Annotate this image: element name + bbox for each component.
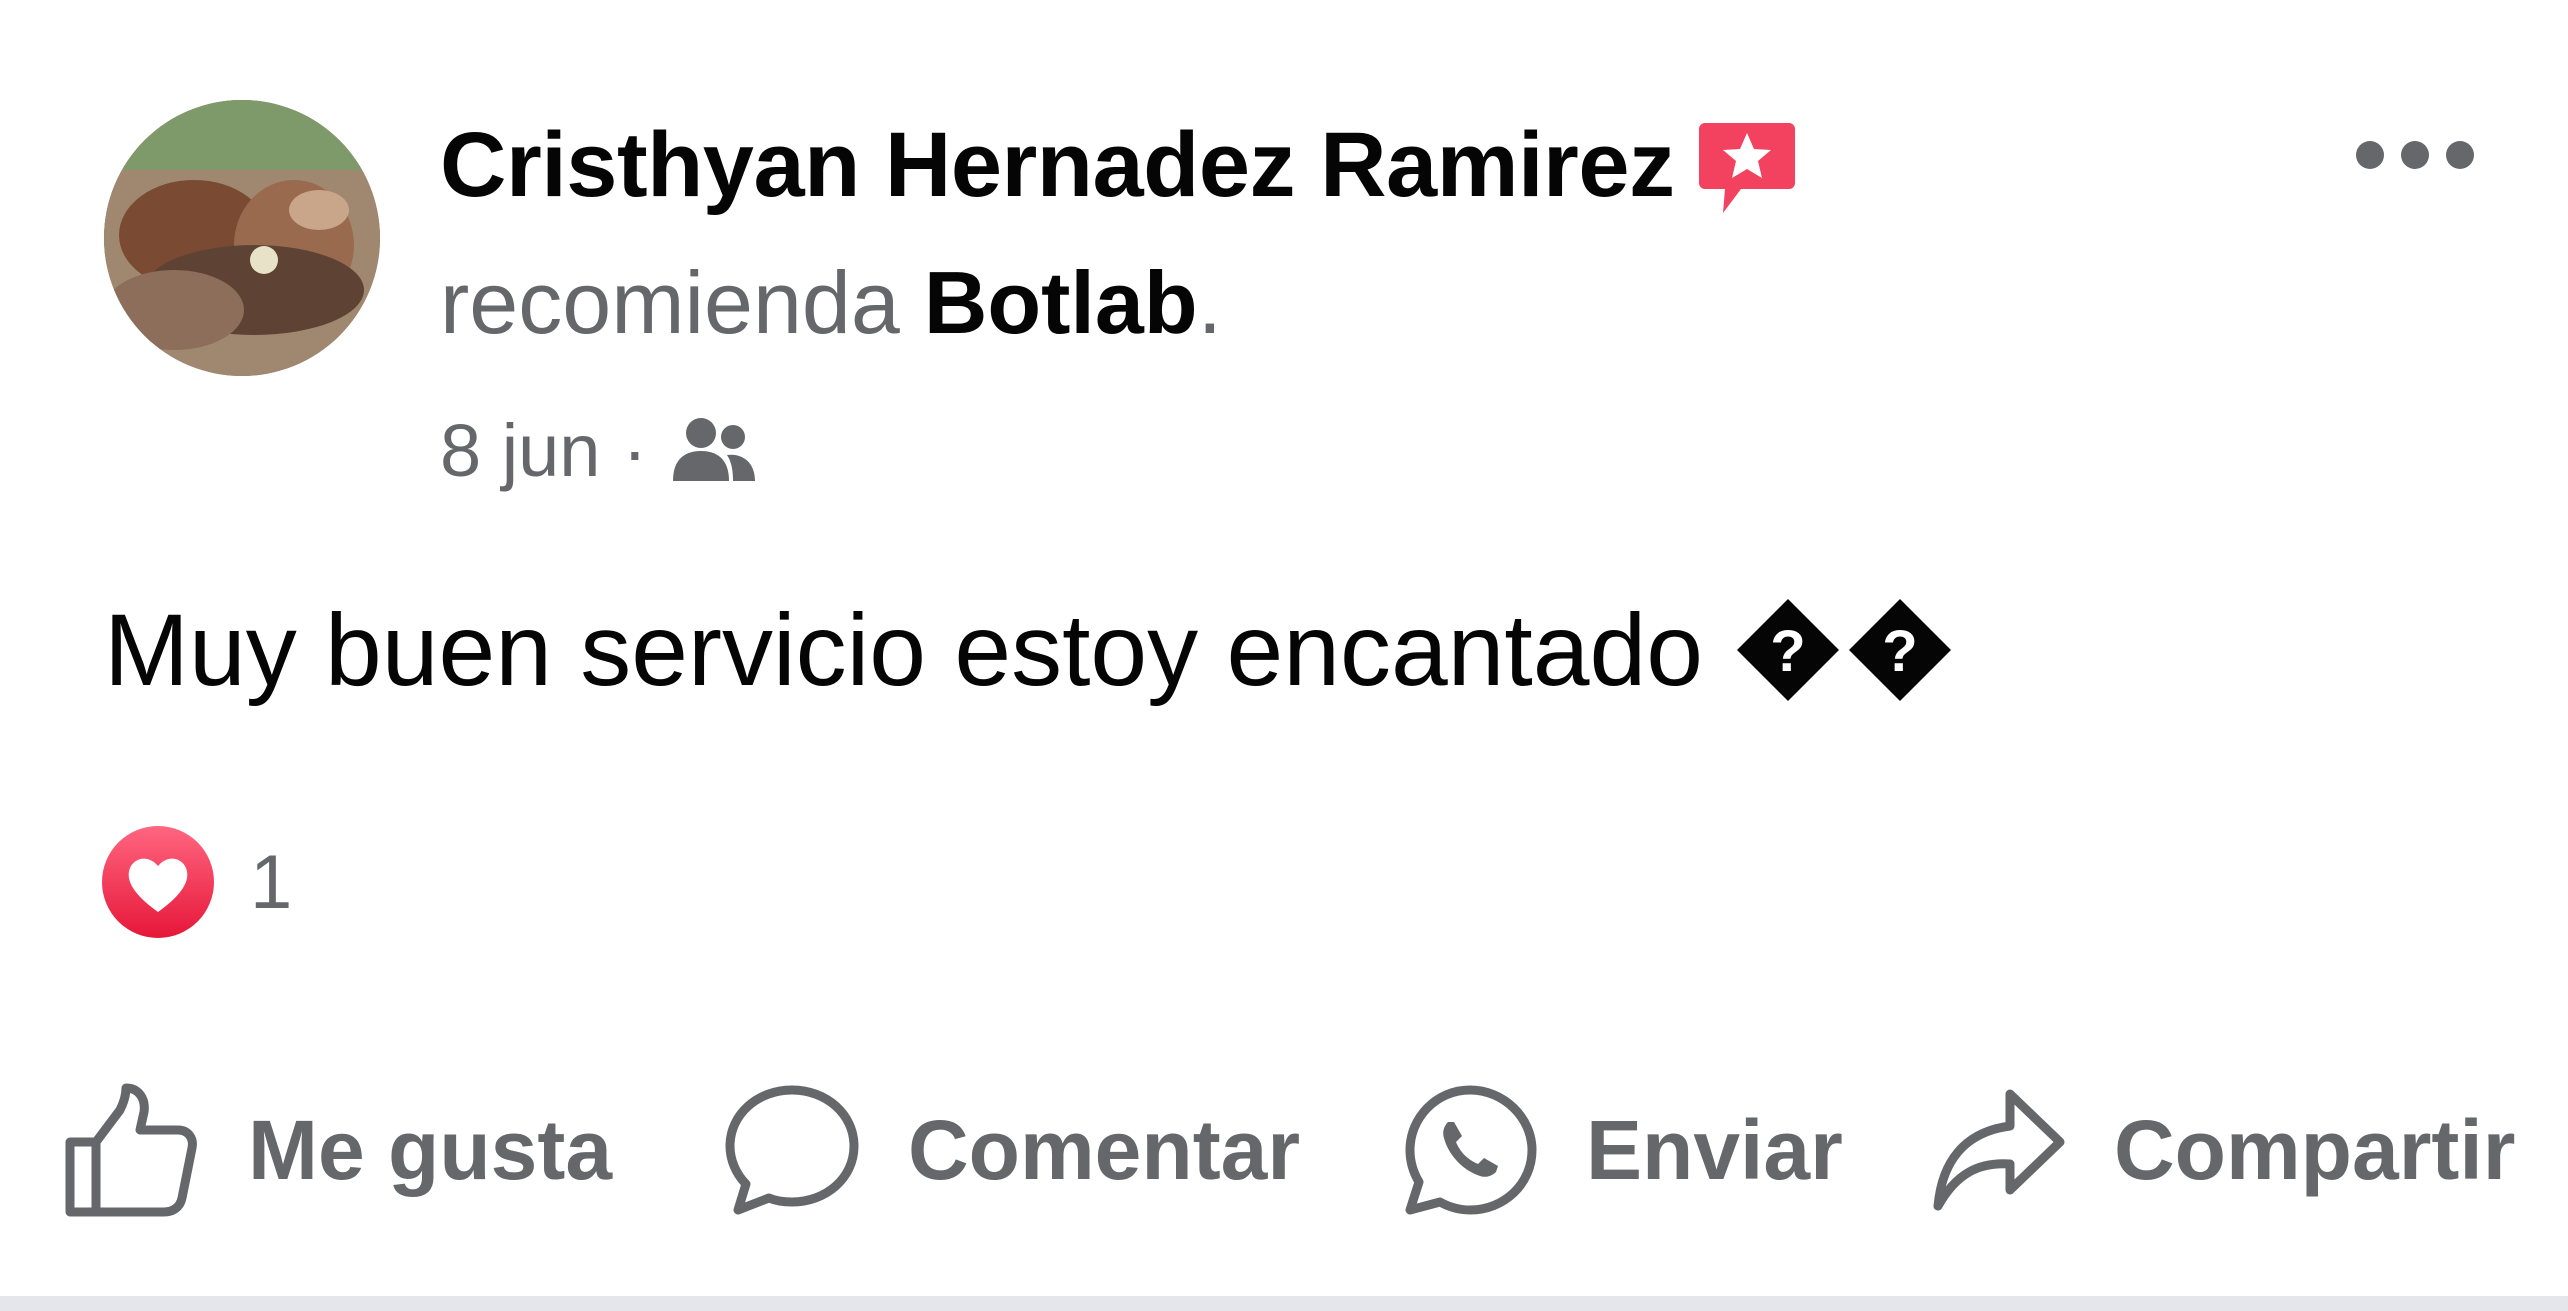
- replacement-glyph-icon: ?: [1845, 595, 1955, 705]
- like-button[interactable]: Me gusta: [62, 1075, 612, 1225]
- action-bar: Me gusta Comentar Enviar Compartir: [0, 1075, 2568, 1225]
- comment-bubble-icon: [722, 1080, 862, 1220]
- post-divider: [0, 1296, 2568, 1311]
- share-button[interactable]: Compartir: [1928, 1075, 2515, 1225]
- replacement-glyph-icon: ?: [1733, 595, 1843, 705]
- author-line: Cristhyan Hernadez Ramirez: [440, 110, 1797, 220]
- recommendation-period: .: [1197, 253, 1223, 352]
- post-date[interactable]: 8 jun: [440, 408, 600, 493]
- recommendation-verb: recomienda: [440, 253, 900, 352]
- like-thumb-icon: [62, 1080, 202, 1220]
- post-message: Muy buen servicio estoy encantado: [104, 592, 1703, 707]
- svg-text:?: ?: [1882, 619, 1917, 684]
- recommendation-line: recomienda Botlab .: [440, 248, 1222, 358]
- avatar-photo: [104, 100, 380, 376]
- author-name[interactable]: Cristhyan Hernadez Ramirez: [440, 113, 1675, 218]
- send-button[interactable]: Enviar: [1400, 1075, 1843, 1225]
- comment-label: Comentar: [908, 1102, 1301, 1197]
- recommendation-star-badge-icon: [1697, 117, 1797, 221]
- share-arrow-icon: [1928, 1080, 2068, 1220]
- reaction-count: 1: [250, 839, 293, 925]
- more-options-icon[interactable]: [2340, 120, 2490, 190]
- whatsapp-icon: [1400, 1080, 1540, 1220]
- reaction-summary[interactable]: 1: [100, 822, 292, 942]
- replacement-glyphs: ? ?: [1733, 595, 1955, 705]
- svg-text:?: ?: [1770, 619, 1805, 684]
- post-card: Cristhyan Hernadez Ramirez recomienda Bo…: [0, 0, 2568, 1311]
- recommended-page-link[interactable]: Botlab: [924, 252, 1198, 354]
- friends-icon[interactable]: [669, 415, 759, 485]
- post-meta: 8 jun ·: [440, 400, 759, 500]
- comment-button[interactable]: Comentar: [722, 1075, 1300, 1225]
- meta-separator: ·: [622, 408, 648, 492]
- love-reaction-icon: [100, 824, 216, 940]
- author-avatar[interactable]: [104, 100, 380, 376]
- send-label: Enviar: [1586, 1102, 1843, 1197]
- post-text: Muy buen servicio estoy encantado ? ?: [104, 590, 1955, 710]
- share-label: Compartir: [2114, 1102, 2516, 1197]
- like-label: Me gusta: [248, 1102, 613, 1197]
